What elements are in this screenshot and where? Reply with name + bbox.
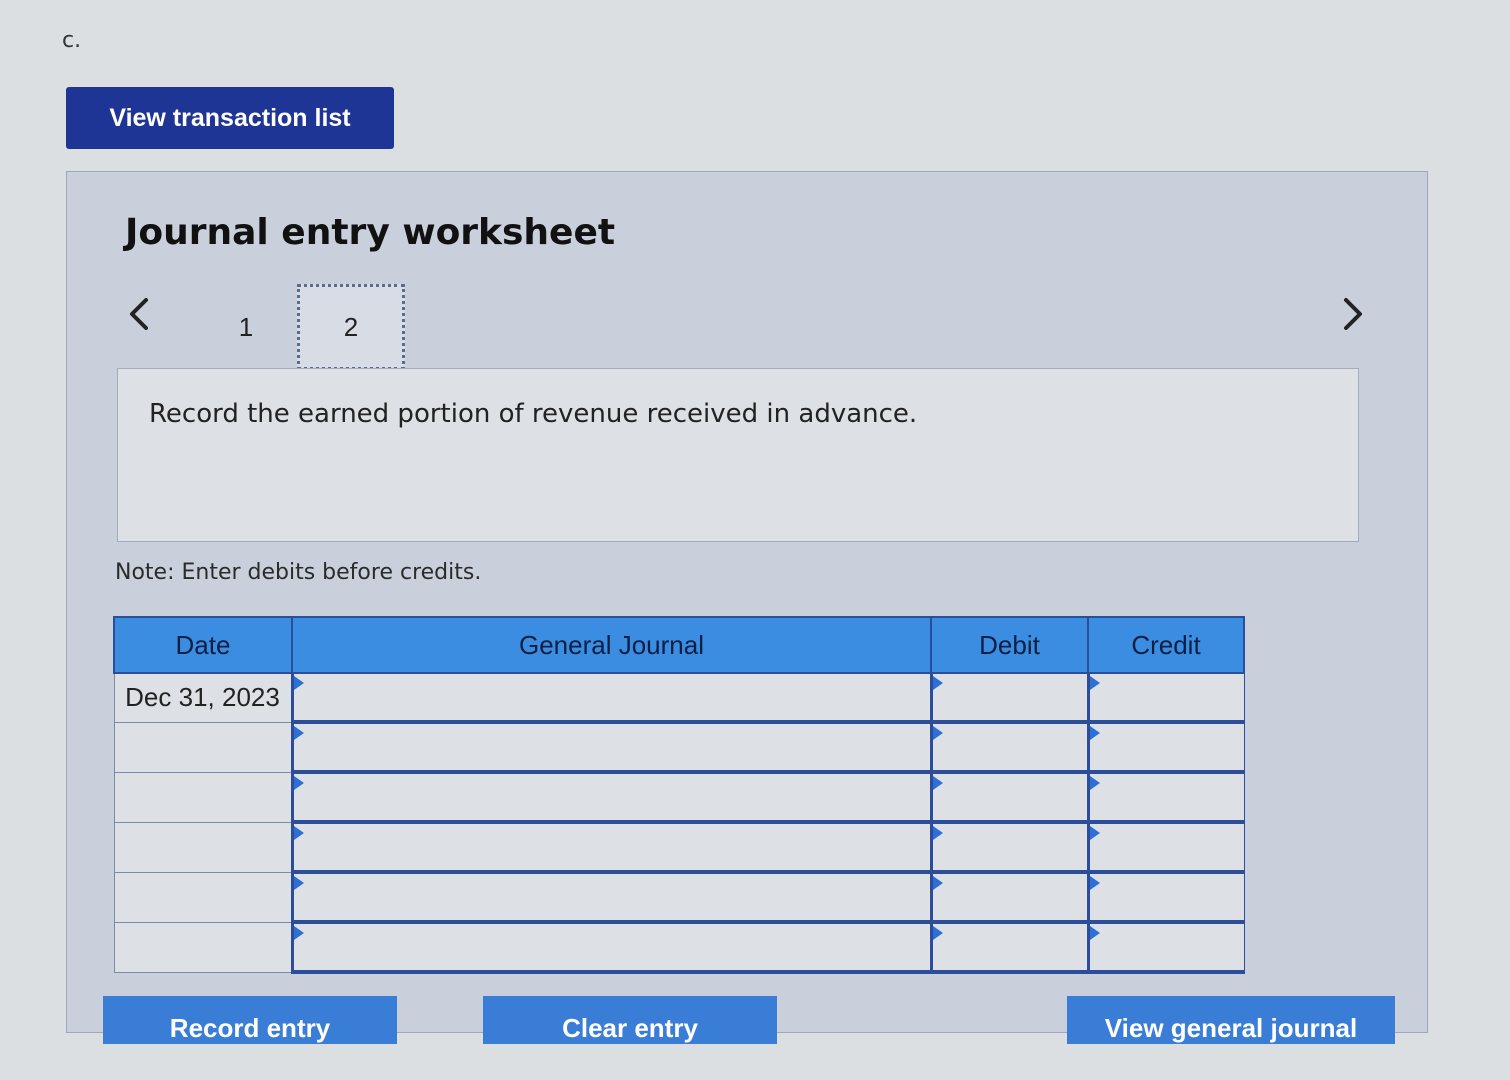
account-input[interactable]: [290, 871, 932, 924]
dropdown-marker-icon: [1089, 926, 1100, 940]
header-credit: Credit: [1087, 616, 1245, 674]
journal-table: Date General Journal Debit Credit Dec 31…: [113, 616, 1245, 974]
debit-input[interactable]: [929, 871, 1089, 924]
date-cell[interactable]: [113, 821, 293, 873]
header-debit: Debit: [930, 616, 1089, 674]
debit-input[interactable]: [929, 771, 1089, 824]
view-transaction-list-button[interactable]: View transaction list: [66, 87, 394, 149]
record-entry-button[interactable]: Record entry: [103, 996, 397, 1044]
instruction-box: Record the earned portion of revenue rec…: [117, 368, 1359, 542]
prev-step-button[interactable]: [123, 294, 155, 334]
debit-input[interactable]: [929, 721, 1089, 774]
part-label: c.: [62, 28, 82, 53]
worksheet-title: Journal entry worksheet: [125, 212, 616, 253]
header-date: Date: [113, 616, 293, 674]
note-text: Note: Enter debits before credits.: [115, 560, 482, 585]
account-input[interactable]: [290, 771, 932, 824]
next-step-button[interactable]: [1337, 294, 1369, 334]
clear-entry-button[interactable]: Clear entry: [483, 996, 777, 1044]
dropdown-marker-icon: [1089, 726, 1100, 740]
dropdown-marker-icon: [293, 826, 304, 840]
account-input[interactable]: [290, 672, 932, 724]
debit-input[interactable]: [929, 672, 1089, 724]
journal-worksheet-panel: Journal entry worksheet 1 2 Record the e…: [66, 171, 1428, 1044]
date-cell[interactable]: [113, 871, 293, 923]
step-tab-1[interactable]: 1: [192, 284, 300, 370]
table-row: [113, 771, 1245, 824]
account-input[interactable]: [290, 821, 932, 874]
dropdown-marker-icon: [932, 876, 943, 890]
dropdown-marker-icon: [1089, 776, 1100, 790]
dropdown-marker-icon: [932, 676, 943, 690]
dropdown-marker-icon: [293, 876, 304, 890]
instruction-text: Record the earned portion of revenue rec…: [149, 399, 918, 429]
credit-input[interactable]: [1086, 871, 1245, 924]
chevron-left-icon: [130, 298, 148, 330]
chevron-right-icon: [1344, 298, 1362, 330]
journal-header-row: Date General Journal Debit Credit: [113, 616, 1245, 674]
dropdown-marker-icon: [932, 776, 943, 790]
view-general-journal-button[interactable]: View general journal: [1067, 996, 1395, 1044]
dropdown-marker-icon: [932, 926, 943, 940]
table-row: [113, 821, 1245, 874]
credit-input[interactable]: [1086, 771, 1245, 824]
table-row: [113, 871, 1245, 924]
dropdown-marker-icon: [293, 776, 304, 790]
credit-input[interactable]: [1086, 672, 1245, 724]
table-row: [113, 721, 1245, 774]
account-input[interactable]: [290, 921, 932, 974]
dropdown-marker-icon: [293, 676, 304, 690]
dropdown-marker-icon: [293, 926, 304, 940]
debit-input[interactable]: [929, 921, 1089, 974]
account-input[interactable]: [290, 721, 932, 774]
credit-input[interactable]: [1086, 721, 1245, 774]
dropdown-marker-icon: [1089, 676, 1100, 690]
debit-input[interactable]: [929, 821, 1089, 874]
dropdown-marker-icon: [293, 726, 304, 740]
date-cell: Dec 31, 2023: [113, 672, 293, 723]
date-cell[interactable]: [113, 721, 293, 773]
date-cell[interactable]: [113, 921, 293, 973]
date-cell[interactable]: [113, 771, 293, 823]
credit-input[interactable]: [1086, 921, 1245, 974]
dropdown-marker-icon: [932, 726, 943, 740]
table-row: [113, 921, 1245, 974]
dropdown-marker-icon: [1089, 876, 1100, 890]
header-general-journal: General Journal: [291, 616, 932, 674]
step-tab-2[interactable]: 2: [297, 284, 405, 370]
credit-input[interactable]: [1086, 821, 1245, 874]
dropdown-marker-icon: [932, 826, 943, 840]
dropdown-marker-icon: [1089, 826, 1100, 840]
table-row: Dec 31, 2023: [113, 672, 1245, 724]
